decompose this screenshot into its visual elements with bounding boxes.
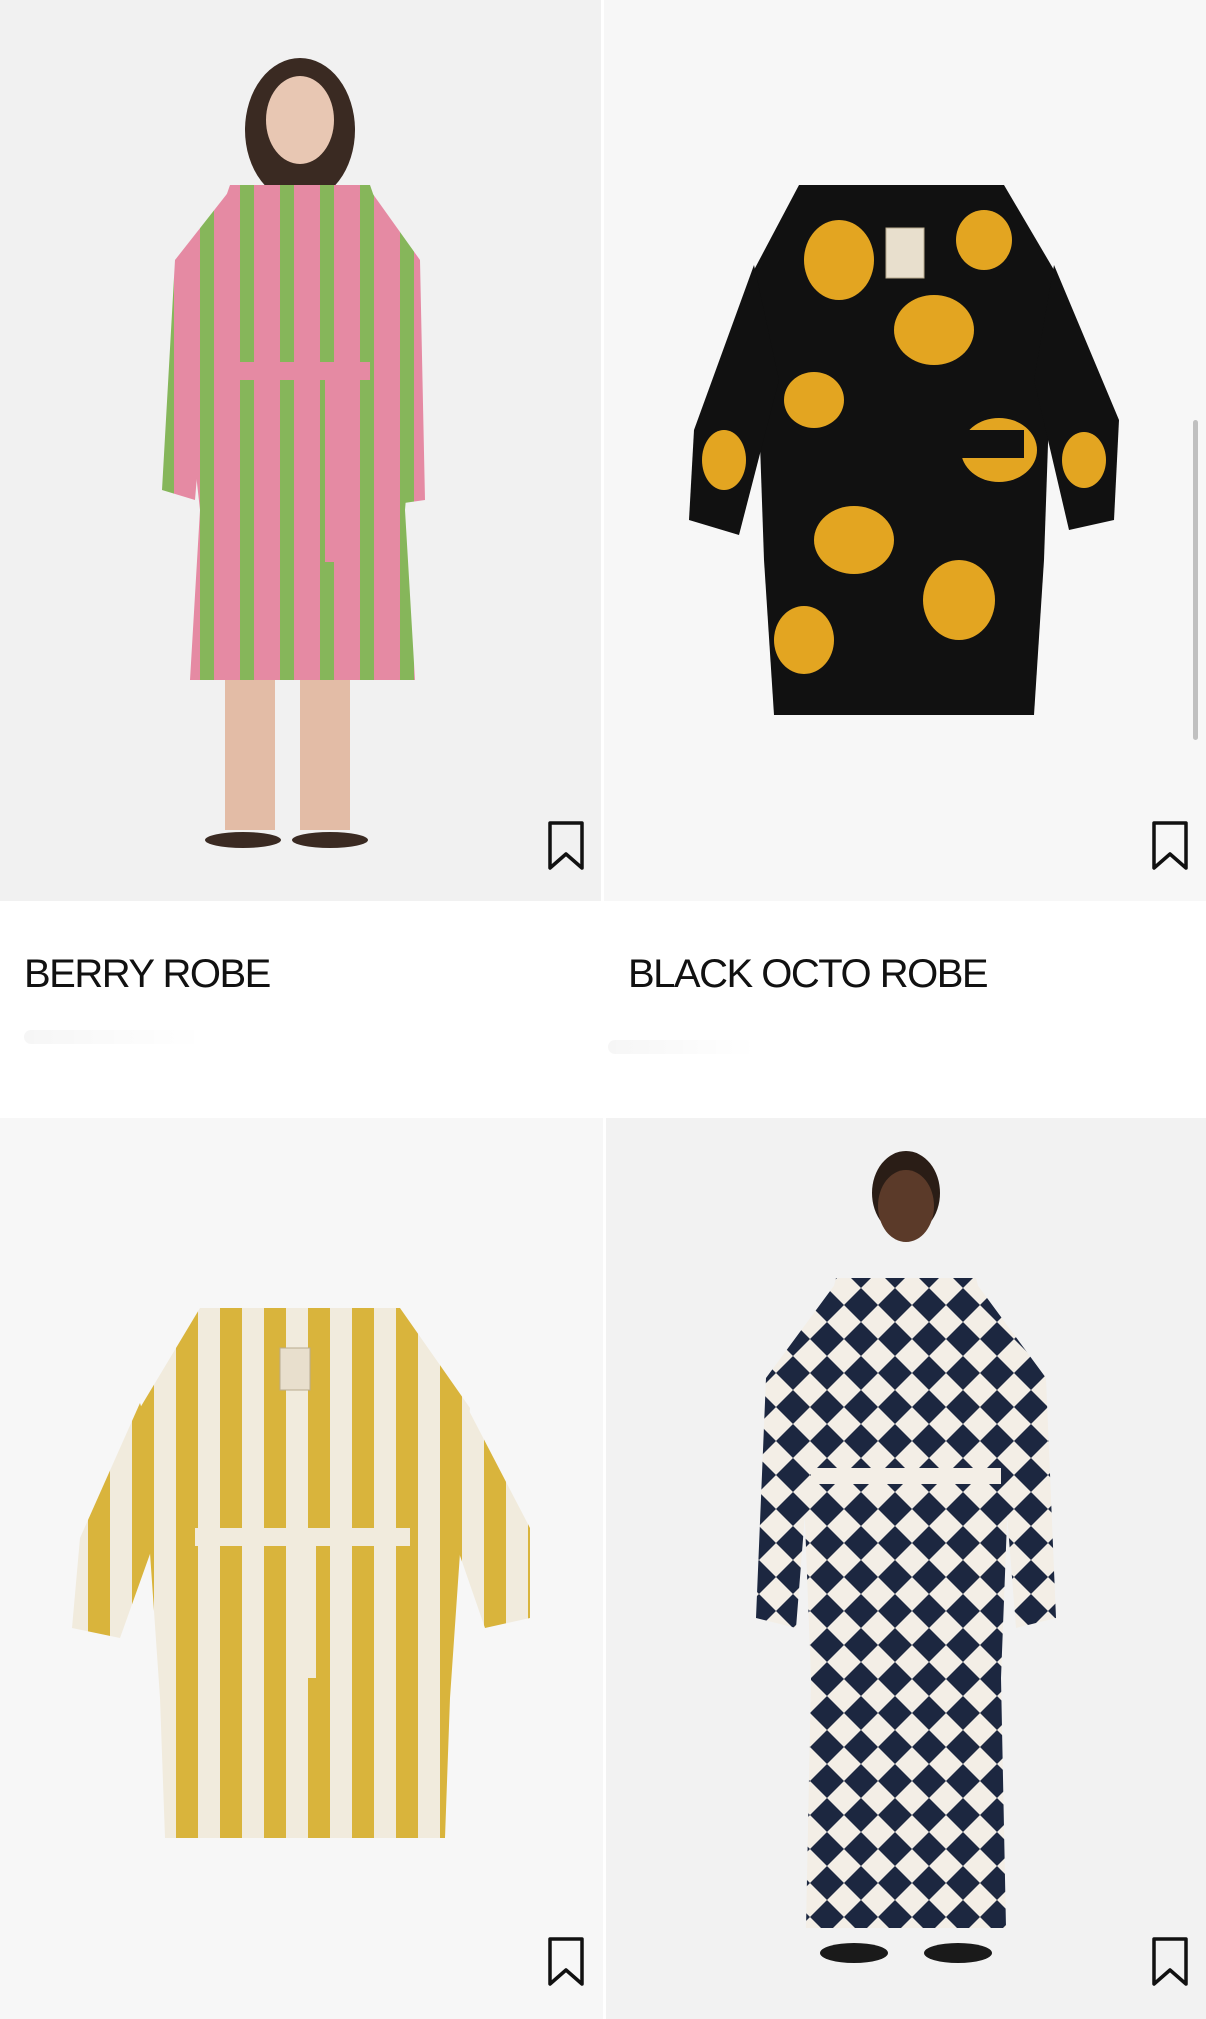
product-image[interactable] (0, 1118, 603, 2019)
product-grid: BERRY ROBE BLACK OCTO ROBE (0, 0, 1206, 2019)
bookmark-icon[interactable] (546, 1936, 586, 1988)
product-price-placeholder (608, 1040, 758, 1054)
product-card-yellow-stripe-robe[interactable] (0, 1118, 603, 2019)
product-card-black-octo-robe[interactable]: BLACK OCTO ROBE (604, 0, 1206, 1117)
bookmark-icon[interactable] (1150, 820, 1190, 872)
product-image[interactable] (0, 0, 601, 901)
product-image[interactable] (606, 1118, 1206, 2019)
product-card-berry-robe[interactable]: BERRY ROBE (0, 0, 602, 1117)
product-name[interactable]: BERRY ROBE (24, 952, 271, 997)
product-card-navy-pattern-robe[interactable] (606, 1118, 1206, 2019)
scrollbar[interactable] (1193, 420, 1198, 740)
bookmark-icon[interactable] (546, 820, 586, 872)
product-price-placeholder (24, 1030, 204, 1044)
product-image[interactable] (604, 0, 1206, 901)
product-name[interactable]: BLACK OCTO ROBE (628, 952, 989, 997)
bookmark-icon[interactable] (1150, 1936, 1190, 1988)
